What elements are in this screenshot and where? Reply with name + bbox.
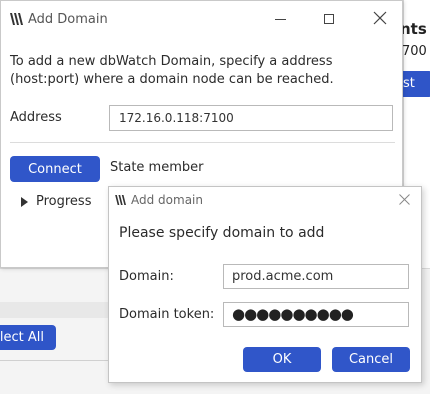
domain-token-input[interactable]: ●●●●●●●●●● (223, 302, 409, 327)
window-title: Add Domain (28, 12, 108, 27)
ok-button[interactable]: OK (243, 347, 321, 372)
minimize-icon[interactable] (275, 19, 286, 20)
domain-token-label: Domain token: (119, 307, 215, 322)
address-input[interactable] (109, 105, 393, 131)
progress-label: Progress (36, 194, 92, 209)
domain-input[interactable] (223, 264, 409, 289)
background-row-stripe (0, 302, 108, 318)
dialog-heading: Please specify domain to add (119, 225, 325, 241)
instruction-text: To add a new dbWatch Domain, specify a a… (10, 54, 334, 87)
close-icon[interactable] (373, 11, 387, 25)
progress-expander[interactable]: Progress (21, 194, 91, 209)
background-divider (0, 360, 108, 361)
caret-right-icon[interactable] (21, 196, 28, 207)
select-all-button[interactable]: lect All (0, 325, 56, 350)
address-label: Address (10, 110, 62, 125)
state-text: State member (110, 160, 204, 175)
maximize-icon[interactable] (324, 14, 334, 24)
dbwatch-logo-icon (115, 195, 126, 205)
dialog-title: Add domain (131, 193, 203, 207)
connect-button[interactable]: Connect (10, 156, 100, 182)
domain-label: Domain: (119, 269, 174, 284)
window-titlebar: Add Domain (1, 1, 402, 39)
background-column-header: nts (400, 20, 427, 38)
add-domain-dialog: Add domain Please specify domain to add … (108, 186, 422, 383)
background-value: 700 (402, 44, 427, 59)
close-icon[interactable] (399, 194, 410, 205)
dbwatch-logo-icon (10, 13, 23, 25)
divider (10, 142, 395, 143)
cancel-button[interactable]: Cancel (332, 347, 410, 372)
